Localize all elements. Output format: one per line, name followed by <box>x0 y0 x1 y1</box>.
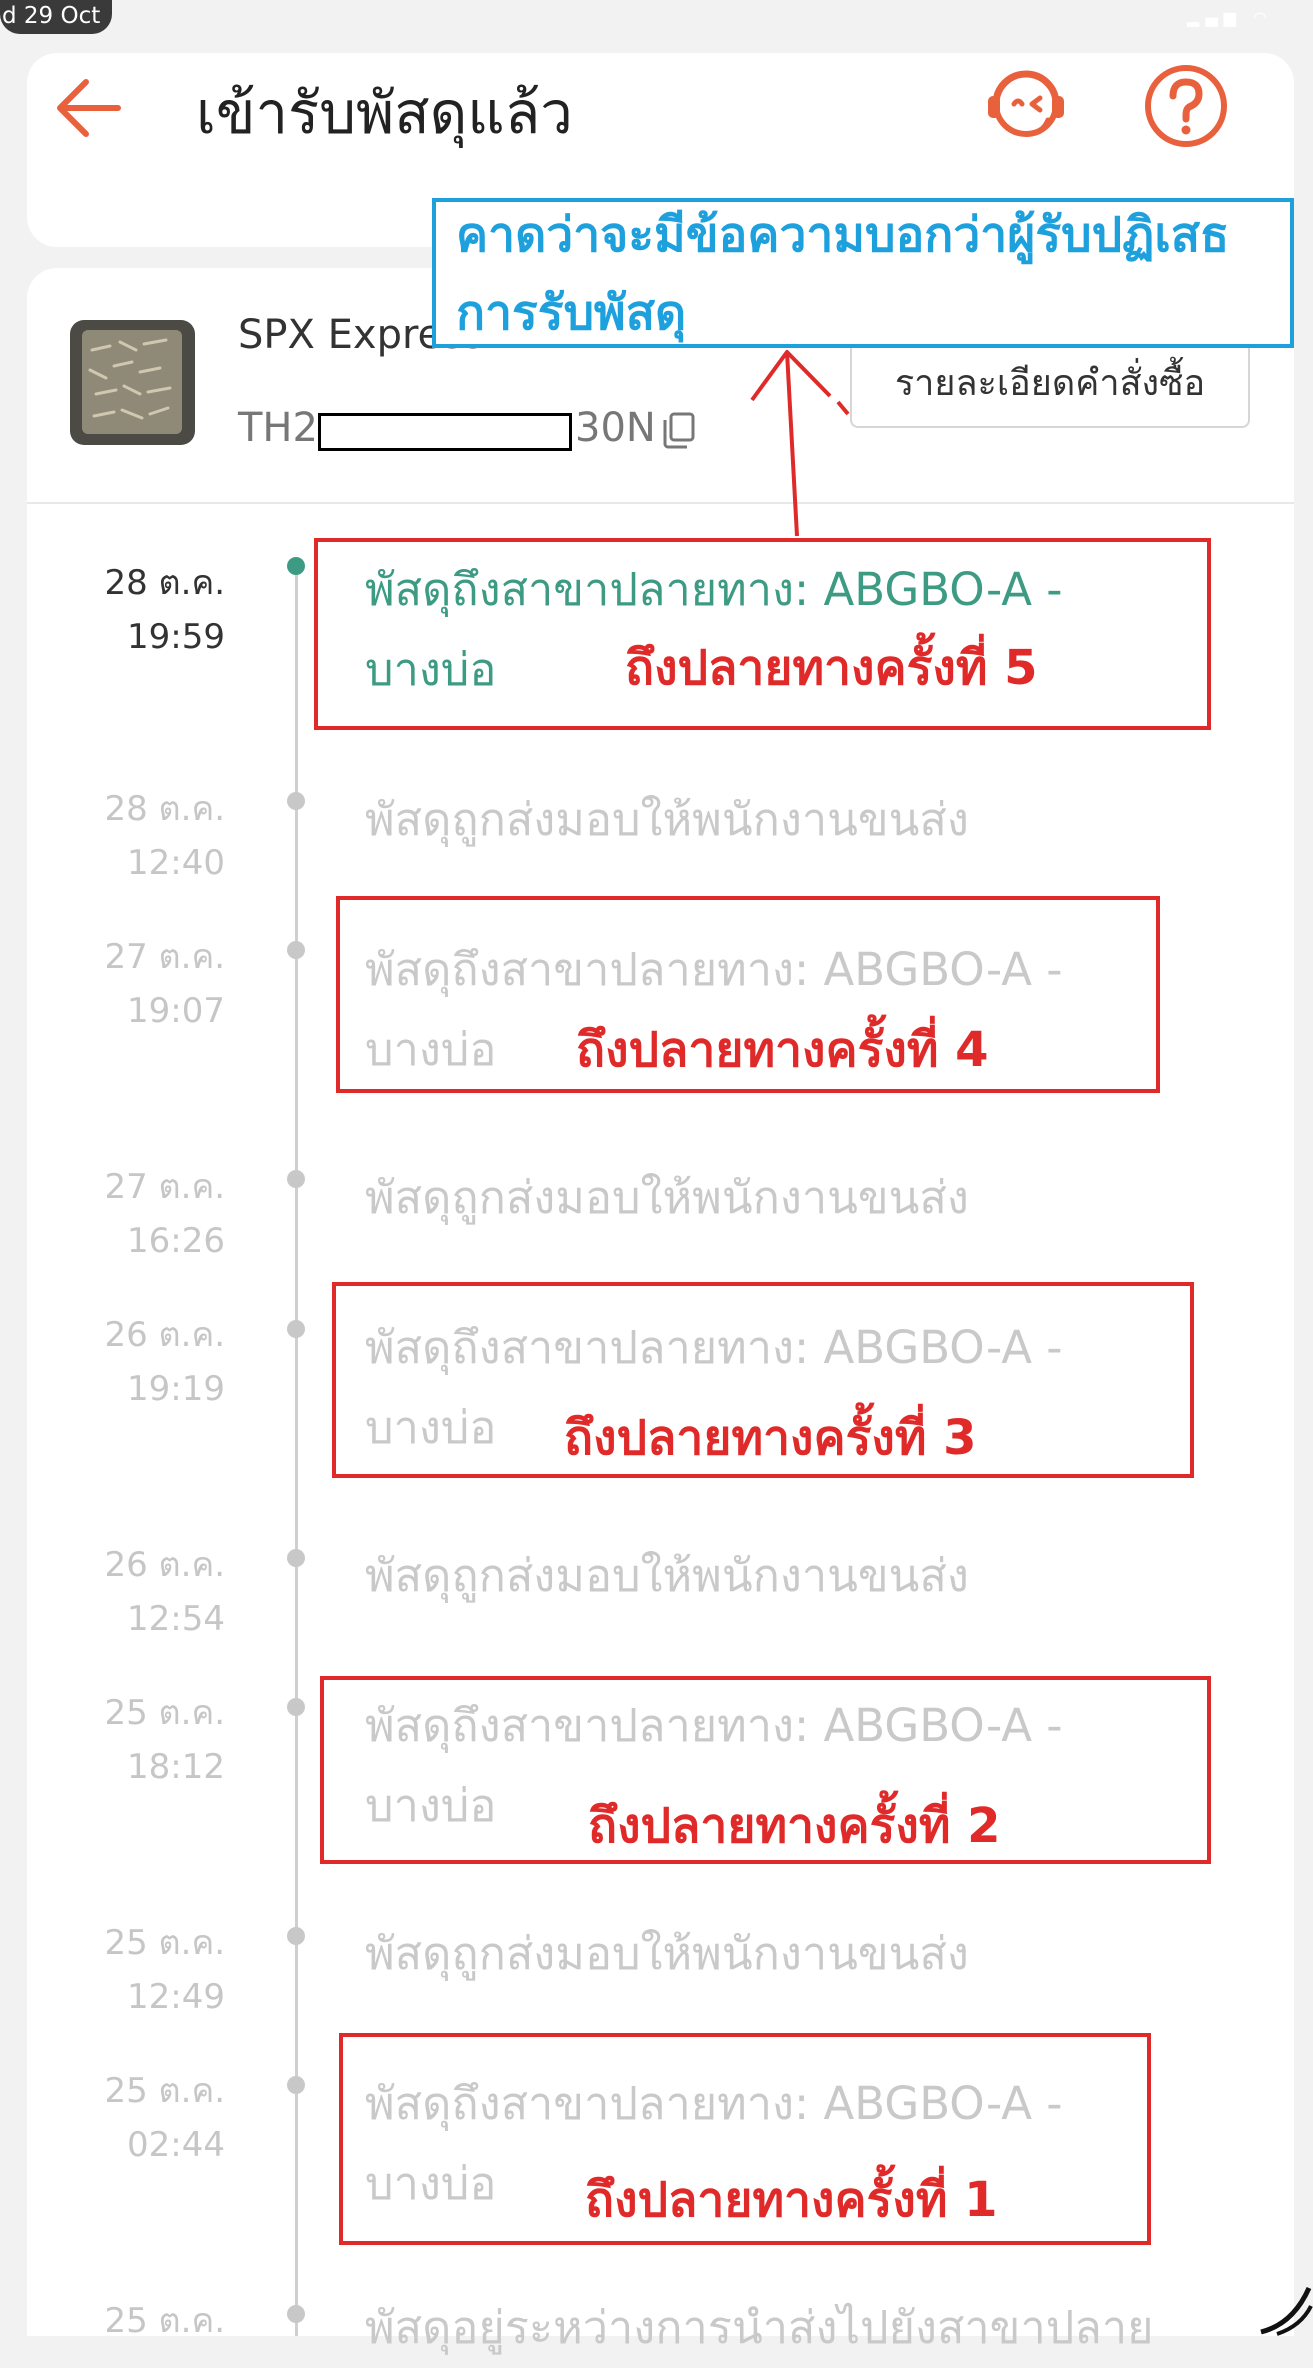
tracking-number-redaction <box>318 413 572 451</box>
timeline-dot <box>287 2076 305 2094</box>
event-time: 19:59 <box>127 617 225 657</box>
annotation-label-5: ถึงปลายทางครั้งที่ 5 <box>625 640 1038 696</box>
annotation-note-text: คาดว่าจะมีข้อความบอกว่าผู้รับปฏิเสธการรั… <box>456 207 1230 341</box>
event-time: 19:19 <box>127 1369 225 1409</box>
order-details-button[interactable]: รายละเอียดคำสั่งซื้อ <box>850 340 1250 428</box>
event-time: 12:40 <box>127 843 225 883</box>
event-text: พัสดุอยู่ระหว่างการนำส่งไปยังสาขาปลาย <box>365 2301 1154 2354</box>
status-bar: d 29 Oct ▂▄▆ ◠ <box>0 0 1313 40</box>
timeline-dot <box>287 1927 305 1945</box>
event-date: 28 ต.ค. <box>104 563 225 603</box>
event-time: 02:44 <box>127 2125 225 2165</box>
timeline-dot <box>287 1549 305 1567</box>
status-time: d 29 Oct <box>0 0 113 34</box>
copy-icon[interactable] <box>661 410 697 450</box>
timeline-dot-active <box>287 557 305 575</box>
event-date: 26 ต.ค. <box>104 1545 225 1585</box>
event-text: พัสดุถูกส่งมอบให้พนักงานขนส่ง <box>365 1171 969 1224</box>
event-time: 18:12 <box>127 1747 225 1787</box>
timeline-line <box>295 566 298 2336</box>
tracking-number-prefix: TH2 <box>238 405 318 451</box>
signal-wifi-icons: ▂▄▆ ◠ <box>1187 8 1273 27</box>
event-date: 27 ต.ค. <box>104 937 225 977</box>
event-date: 27 ต.ค. <box>104 1167 225 1207</box>
event-time: 12:54 <box>127 1599 225 1639</box>
event-text: พัสดุถูกส่งมอบให้พนักงานขนส่ง <box>365 1549 969 1602</box>
event-time: 12:49 <box>127 1977 225 2017</box>
annotation-label-4: ถึงปลายทางครั้งที่ 4 <box>576 1022 989 1078</box>
event-time: 19:07 <box>127 991 225 1031</box>
timeline-dot <box>287 941 305 959</box>
event-date: 26 ต.ค. <box>104 1315 225 1355</box>
timeline-dot <box>287 1698 305 1716</box>
arrow-left-icon[interactable] <box>48 68 128 148</box>
timeline-dot <box>287 2305 305 2323</box>
event-date: 25 ต.ค. <box>104 1923 225 1963</box>
event-text: พัสดุถูกส่งมอบให้พนักงานขนส่ง <box>365 793 969 846</box>
event-text: พัสดุถูกส่งมอบให้พนักงานขนส่ง <box>365 1927 969 1980</box>
tracking-number-suffix: 30N <box>575 405 656 451</box>
product-thumbnail <box>70 320 195 445</box>
page-title: เข้ารับพัสดุแล้ว <box>196 79 573 147</box>
annotation-label-1: ถึงปลายทางครั้งที่ 1 <box>585 2172 998 2228</box>
timeline-dot <box>287 1320 305 1338</box>
timeline-dot <box>287 1170 305 1188</box>
question-circle-icon[interactable] <box>1140 60 1232 152</box>
divider <box>27 502 1294 504</box>
event-date: 25 ต.ค. <box>104 2071 225 2111</box>
annotation-label-3: ถึงปลายทางครั้งที่ 3 <box>564 1410 977 1466</box>
annotation-label-2: ถึงปลายทางครั้งที่ 2 <box>588 1798 1001 1854</box>
event-time: 16:26 <box>127 1221 225 1261</box>
headset-support-icon[interactable] <box>978 58 1074 154</box>
event-date: 25 ต.ค. <box>104 2301 225 2341</box>
corner-marker <box>1260 2286 1313 2336</box>
event-date: 28 ต.ค. <box>104 789 225 829</box>
timeline-dot <box>287 792 305 810</box>
event-date: 25 ต.ค. <box>104 1693 225 1733</box>
